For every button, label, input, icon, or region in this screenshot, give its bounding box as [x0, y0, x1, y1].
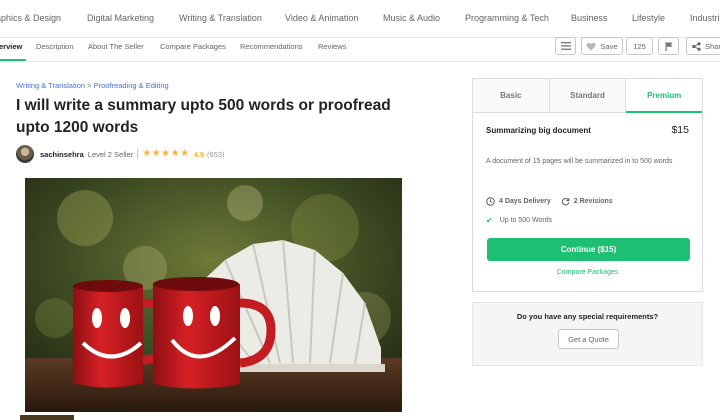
- package-feature: ✔ Up to 500 Words: [486, 216, 552, 225]
- category-writing-translation[interactable]: Writing & Translation: [179, 13, 262, 23]
- category-lifestyle[interactable]: Lifestyle: [632, 13, 665, 23]
- category-music-audio[interactable]: Music & Audio: [383, 13, 440, 23]
- active-tab-indicator: [0, 59, 26, 61]
- breadcrumb-separator: >: [87, 81, 92, 90]
- heart-icon: [586, 42, 596, 51]
- package-price: $15: [671, 124, 689, 136]
- likes-count-value: 125: [633, 41, 646, 51]
- star-icon: ★: [170, 148, 180, 159]
- gig-title: I will write a summary upto 500 words or…: [16, 97, 391, 136]
- star-icon: ★: [161, 148, 171, 159]
- tab-premium[interactable]: Premium: [626, 79, 703, 113]
- rating-stars: ★ ★ ★ ★ ★: [142, 149, 189, 159]
- share-button[interactable]: Share: [686, 37, 720, 55]
- feature-label: Up to 500 Words: [499, 217, 553, 224]
- menu-button[interactable]: [555, 37, 576, 55]
- divider: [137, 149, 139, 159]
- flag-button[interactable]: [658, 37, 679, 55]
- quote-box: Do you have any special requirements? Ge…: [472, 302, 703, 366]
- star-icon: ★: [142, 148, 152, 159]
- category-programming-tech[interactable]: Programming & Tech: [465, 13, 549, 23]
- hamburger-icon: [560, 42, 571, 50]
- package-name: Summarizing big document: [486, 126, 591, 135]
- star-icon: ★: [180, 148, 190, 159]
- category-graphics-design[interactable]: aphics & Design: [0, 13, 61, 23]
- star-icon: ★: [151, 148, 161, 159]
- delivery-time: 4 Days Delivery: [499, 198, 551, 205]
- clock-icon: [486, 197, 495, 206]
- share-icon: [692, 41, 701, 51]
- seller-level: Level 2 Seller: [87, 149, 134, 159]
- category-bar: aphics & Design Digital Marketing Writin…: [0, 0, 720, 38]
- delivery-info: 4 Days Delivery 2 Revisions: [486, 197, 613, 206]
- breadcrumb-proofreading-editing[interactable]: Proofreading & Editing: [94, 81, 169, 90]
- tab-basic[interactable]: Basic: [473, 79, 550, 113]
- subnav-about-seller[interactable]: About The Seller: [88, 42, 144, 51]
- save-button[interactable]: Save: [581, 37, 623, 55]
- breadcrumb-writing-translation[interactable]: Writing & Translation: [16, 81, 85, 90]
- subnav-recommendations[interactable]: Recommendations: [240, 42, 303, 51]
- subnav-overview[interactable]: erview: [0, 42, 22, 51]
- flag-icon: [665, 41, 672, 51]
- get-quote-button[interactable]: Get a Quote: [558, 329, 619, 349]
- review-count[interactable]: (653): [207, 150, 225, 159]
- subnav-compare-packages[interactable]: Compare Packages: [160, 42, 226, 51]
- package-description: A document of 15 pages will be summarize…: [486, 158, 673, 165]
- seller-username[interactable]: sachinsehra: [40, 150, 84, 159]
- seller-avatar[interactable]: [16, 145, 34, 163]
- category-business[interactable]: Business: [571, 13, 608, 23]
- package-card: Basic Standard Premium Summarizing big d…: [472, 78, 703, 292]
- category-industries[interactable]: Industri: [690, 13, 720, 23]
- subnav-description[interactable]: Description: [36, 42, 74, 51]
- likes-count: 125: [626, 37, 653, 55]
- tab-standard[interactable]: Standard: [549, 79, 627, 113]
- special-requirements-question: Do you have any special requirements?: [516, 312, 659, 321]
- revisions-count: 2 Revisions: [573, 198, 613, 205]
- subnav-reviews[interactable]: Reviews: [318, 42, 346, 51]
- category-video-animation[interactable]: Video & Animation: [285, 13, 358, 23]
- category-digital-marketing[interactable]: Digital Marketing: [87, 13, 154, 23]
- seller-rating: 4.9: [193, 149, 205, 159]
- seller-info: sachinsehra Level 2 Seller ★ ★ ★ ★ ★ 4.9…: [16, 145, 225, 163]
- breadcrumb: Writing & Translation > Proofreading & E…: [16, 81, 169, 90]
- continue-button[interactable]: Continue ($15): [487, 238, 690, 261]
- gig-image[interactable]: [25, 178, 402, 412]
- save-label: Save: [600, 41, 618, 51]
- gallery-thumbnail[interactable]: [20, 415, 74, 420]
- package-tabs: Basic Standard Premium: [473, 79, 703, 113]
- refresh-icon: [561, 197, 570, 206]
- compare-packages-link[interactable]: Compare Packages: [473, 269, 702, 276]
- share-label: Share: [705, 41, 720, 51]
- check-icon: ✔: [486, 216, 493, 225]
